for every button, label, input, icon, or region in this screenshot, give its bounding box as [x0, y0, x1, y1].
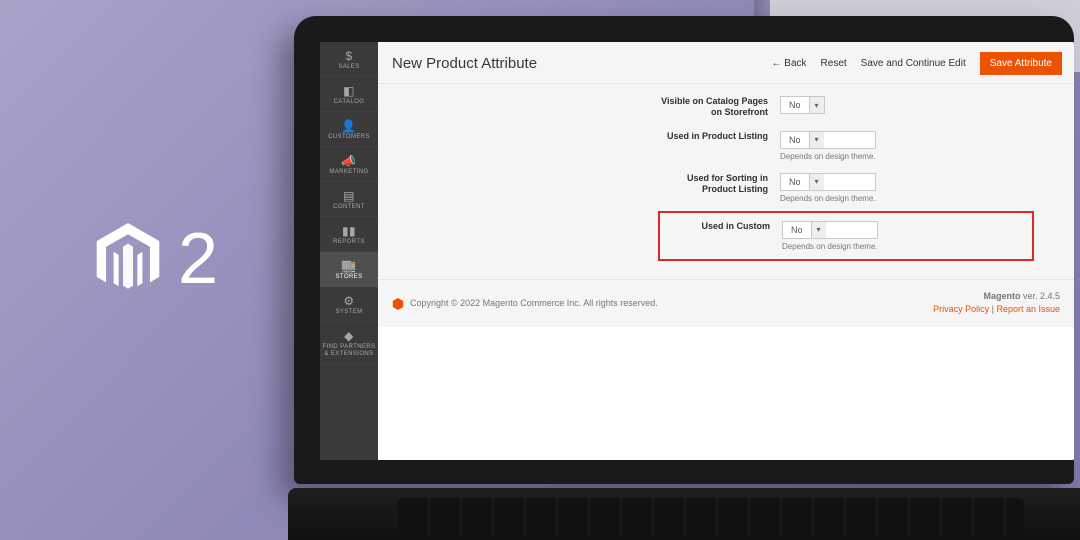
logo-number: 2 [178, 218, 216, 300]
admin-footer: Copyright © 2022 Magento Commerce Inc. A… [378, 279, 1074, 327]
sidebar-item-marketing[interactable]: 📣 MARKETING [320, 147, 378, 182]
sidebar-item-catalog[interactable]: ◧ CATALOG [320, 77, 378, 112]
sidebar-item-system[interactable]: ⚙ SYSTEM [320, 287, 378, 322]
sidebar-item-stores[interactable]: 🏬 STORES [320, 252, 378, 287]
select-2[interactable]: No▾ [780, 173, 876, 191]
form-hint: Depends on design theme. [782, 242, 878, 251]
form-row: Visible on Catalog Pages on StorefrontNo… [658, 90, 1034, 125]
layers-icon: ▤ [320, 190, 378, 202]
tag-icon: ◧ [320, 85, 378, 97]
chevron-down-icon: ▾ [811, 222, 826, 238]
chevron-down-icon: ▾ [809, 132, 824, 148]
select-value: No [781, 132, 809, 148]
select-1[interactable]: No▾ [780, 131, 876, 149]
select-value: No [783, 222, 811, 238]
reset-button[interactable]: Reset [821, 58, 847, 69]
form-label: Visible on Catalog Pages on Storefront [658, 96, 780, 119]
sidebar-item-customers[interactable]: 👤 CUSTOMERS [320, 112, 378, 147]
sidebar-item-label: REPORTS [333, 239, 365, 245]
puzzle-icon: ◆ [320, 330, 378, 342]
sidebar-item-label: MARKETING [329, 169, 368, 175]
sidebar-item-label: FIND PARTNERS & EXTENSIONS [323, 344, 376, 357]
form-hint: Depends on design theme. [780, 152, 876, 161]
form-label: Used for Sorting in Product Listing [658, 173, 780, 196]
gear-icon: ⚙ [320, 295, 378, 307]
magento-admin-app: $ SALES ◧ CATALOG 👤 CUSTOMERS 📣 [320, 42, 1074, 460]
footer-blank-area [378, 327, 1074, 461]
footer-version-value: ver. 2.4.5 [1023, 291, 1060, 301]
save-attribute-button[interactable]: Save Attribute [980, 52, 1062, 75]
admin-sidebar: $ SALES ◧ CATALOG 👤 CUSTOMERS 📣 [320, 42, 378, 460]
form-row: Used in Product ListingNo▾ Depends on des… [658, 125, 1034, 167]
form-row: Used in CustomNo▾ Depends on design theme… [658, 211, 1034, 261]
form-label: Used in Custom [660, 221, 782, 232]
sidebar-item-content[interactable]: ▤ CONTENT [320, 182, 378, 217]
form-row: Used for Sorting in Product ListingNo▾ De… [658, 167, 1034, 209]
magento-icon [96, 223, 160, 295]
chevron-down-icon: ▾ [809, 174, 824, 190]
select-value: No [781, 97, 809, 113]
sidebar-item-label: STORES [336, 274, 363, 280]
chart-icon: ▮▮ [320, 225, 378, 237]
footer-privacy-link[interactable]: Privacy Policy [933, 304, 989, 314]
person-icon: 👤 [320, 120, 378, 132]
footer-copyright: Copyright © 2022 Magento Commerce Inc. A… [410, 298, 658, 308]
select-3[interactable]: No▾ [782, 221, 878, 239]
page-header: New Product Attribute Back Reset Save an… [378, 42, 1074, 84]
magento-mini-icon [392, 298, 404, 310]
footer-version-label: Magento [983, 291, 1020, 301]
magento-2-logo: 2 [96, 218, 216, 300]
laptop-mockup: $ SALES ◧ CATALOG 👤 CUSTOMERS 📣 [294, 16, 1074, 536]
select-0[interactable]: No▾ [780, 96, 825, 114]
sidebar-item-reports[interactable]: ▮▮ REPORTS [320, 217, 378, 252]
attribute-form: Visible on Catalog Pages on StorefrontNo… [378, 84, 1074, 279]
back-button[interactable]: Back [772, 58, 807, 69]
save-continue-button[interactable]: Save and Continue Edit [861, 58, 966, 69]
form-label: Used in Product Listing [658, 131, 780, 142]
megaphone-icon: 📣 [320, 155, 378, 167]
store-icon: 🏬 [320, 260, 378, 272]
sidebar-item-label: SYSTEM [335, 309, 362, 315]
select-value: No [781, 174, 809, 190]
sidebar-item-sales[interactable]: $ SALES [320, 42, 378, 77]
sidebar-item-label: CATALOG [334, 99, 365, 105]
sidebar-item-partners[interactable]: ◆ FIND PARTNERS & EXTENSIONS [320, 322, 378, 364]
sidebar-item-label: SALES [338, 64, 359, 70]
page-title: New Product Attribute [392, 55, 537, 72]
sidebar-item-label: CUSTOMERS [328, 134, 370, 140]
footer-report-link[interactable]: Report an Issue [996, 304, 1060, 314]
form-hint: Depends on design theme. [780, 194, 876, 203]
dollar-icon: $ [320, 50, 378, 62]
chevron-down-icon: ▾ [809, 97, 824, 113]
sidebar-item-label: CONTENT [333, 204, 365, 210]
